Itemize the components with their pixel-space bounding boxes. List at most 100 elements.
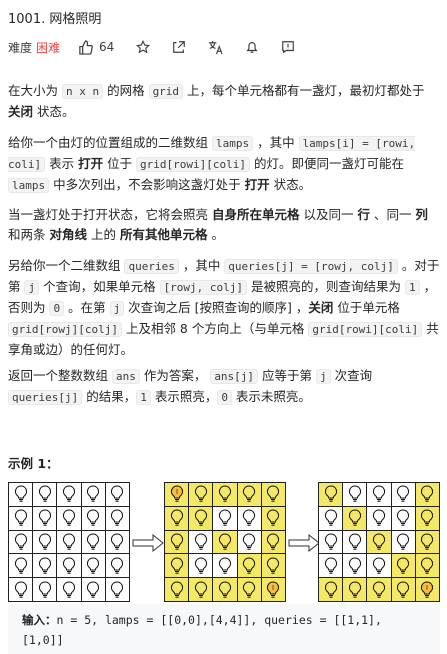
grid-cell bbox=[81, 506, 105, 530]
grid-cell bbox=[237, 578, 261, 601]
grid-cell bbox=[33, 554, 57, 578]
grid-cell bbox=[57, 554, 81, 578]
bulb-icon bbox=[348, 533, 361, 550]
grid-cell bbox=[367, 578, 391, 601]
bulb-icon bbox=[421, 533, 434, 550]
grid-lamps-on bbox=[164, 482, 286, 602]
grid-cell bbox=[9, 530, 33, 554]
grid-cell bbox=[367, 506, 391, 530]
grid-cell bbox=[81, 578, 105, 601]
bulb-icon bbox=[111, 485, 124, 503]
input-value: n = 5, lamps = [[0,0],[4,4]], queries = … bbox=[56, 613, 382, 627]
grid-cell bbox=[105, 483, 129, 506]
bulb-icon bbox=[348, 485, 361, 503]
grid-cell bbox=[9, 483, 33, 506]
difficulty-label: 难度 bbox=[8, 40, 33, 55]
grid-cell bbox=[343, 483, 367, 506]
grid-cell bbox=[165, 483, 189, 506]
grid-cell bbox=[9, 506, 33, 530]
bulb-icon bbox=[267, 557, 280, 574]
grid-cell bbox=[319, 554, 343, 578]
grid-cell bbox=[213, 506, 237, 530]
grid-cell bbox=[165, 530, 189, 554]
grid-cell bbox=[391, 483, 415, 506]
bulb-icon bbox=[111, 581, 124, 598]
grid-cell bbox=[105, 554, 129, 578]
bulb-icon bbox=[324, 533, 337, 550]
arrow-right-icon bbox=[132, 534, 164, 552]
notify-button[interactable] bbox=[245, 40, 259, 54]
bulb-icon bbox=[170, 485, 183, 503]
grid-cell bbox=[57, 578, 81, 601]
arrow-right-icon bbox=[288, 534, 320, 552]
feedback-button[interactable] bbox=[281, 40, 295, 54]
bulb-icon bbox=[62, 557, 76, 574]
bulb-icon bbox=[14, 581, 27, 598]
bulb-icon bbox=[372, 509, 386, 526]
bulb-icon bbox=[267, 533, 280, 550]
description-paragraph-5: 返回一个整数数组 ans 作为答案， ans[j] 应等于第 j 次查询 que… bbox=[8, 368, 373, 405]
grid-cell bbox=[57, 506, 81, 530]
grid-cell bbox=[261, 530, 285, 554]
like-count: 64 bbox=[99, 40, 115, 54]
bulb-icon bbox=[87, 509, 100, 526]
thumbs-up-icon bbox=[79, 39, 93, 55]
grid-cell bbox=[9, 554, 33, 578]
bulb-icon bbox=[421, 581, 434, 598]
input-value-continued: [1,0]] bbox=[22, 633, 64, 647]
example-illustration bbox=[8, 482, 440, 602]
bulb-icon bbox=[38, 509, 51, 526]
grid-cell bbox=[81, 483, 105, 506]
bulb-icon bbox=[194, 485, 207, 503]
bulb-icon bbox=[62, 509, 76, 526]
bulb-icon bbox=[14, 509, 27, 526]
grid-cell bbox=[213, 483, 237, 506]
grid-cell bbox=[319, 483, 343, 506]
grid-cell bbox=[81, 530, 105, 554]
translate-button[interactable] bbox=[208, 40, 223, 55]
grid-cell bbox=[165, 578, 189, 601]
grid-cell bbox=[33, 506, 57, 530]
bulb-icon bbox=[218, 557, 232, 574]
bulb-icon bbox=[62, 485, 76, 503]
grid-cell bbox=[237, 506, 261, 530]
grid-cell bbox=[367, 483, 391, 506]
grid-cell bbox=[367, 530, 391, 554]
like-button[interactable]: 64 bbox=[78, 39, 115, 55]
bulb-icon bbox=[348, 557, 361, 574]
bulb-icon bbox=[194, 509, 207, 526]
grid-cell bbox=[189, 530, 213, 554]
bulb-icon bbox=[170, 509, 183, 526]
bulb-icon bbox=[421, 509, 434, 526]
bulb-icon bbox=[421, 485, 434, 503]
bulb-icon bbox=[324, 509, 337, 526]
bulb-icon bbox=[62, 581, 76, 598]
bulb-icon bbox=[194, 581, 207, 598]
grid-cell bbox=[237, 483, 261, 506]
problem-meta: 难度 困难 64 bbox=[8, 38, 317, 56]
bulb-icon bbox=[14, 485, 27, 503]
bulb-icon bbox=[348, 509, 361, 526]
share-button[interactable] bbox=[172, 40, 186, 54]
grid-cell bbox=[189, 554, 213, 578]
bell-icon bbox=[246, 42, 258, 53]
bulb-icon bbox=[218, 485, 232, 503]
bulb-icon bbox=[194, 557, 207, 574]
grid-cell bbox=[415, 578, 439, 601]
bulb-icon bbox=[243, 485, 256, 503]
grid-cell bbox=[391, 554, 415, 578]
favorite-button[interactable] bbox=[136, 40, 151, 54]
grid-cell bbox=[237, 554, 261, 578]
grid-cell bbox=[189, 483, 213, 506]
grid-cell bbox=[237, 530, 261, 554]
bulb-icon bbox=[170, 533, 183, 550]
grid-cell bbox=[57, 483, 81, 506]
bulb-icon bbox=[170, 581, 183, 598]
bulb-icon bbox=[243, 557, 256, 574]
bulb-icon bbox=[372, 533, 386, 550]
grid-cell bbox=[319, 506, 343, 530]
grid-cell bbox=[261, 506, 285, 530]
grid-cell bbox=[261, 554, 285, 578]
bulb-icon bbox=[194, 533, 207, 550]
grid-cell bbox=[57, 530, 81, 554]
